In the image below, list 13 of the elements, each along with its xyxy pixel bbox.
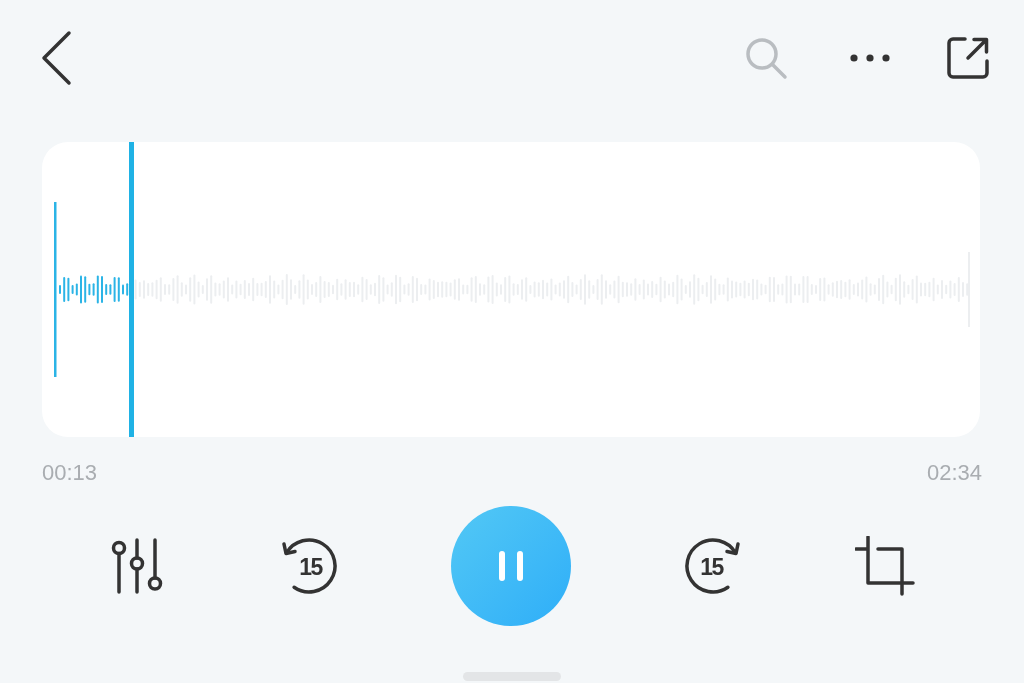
skip-forward-button[interactable]: 15 (683, 536, 743, 596)
forward-arrow-icon (683, 536, 743, 596)
search-icon (744, 35, 788, 80)
elapsed-time: 00:13 (42, 459, 98, 487)
crop-icon (855, 536, 915, 596)
rewind-arrow-icon (279, 536, 339, 596)
back-icon (40, 29, 72, 86)
share-icon (946, 35, 990, 80)
more-icon (850, 53, 890, 62)
skip-back-button[interactable]: 15 (279, 536, 339, 596)
crop-button[interactable] (855, 536, 915, 596)
pause-icon (499, 551, 523, 581)
total-time: 02:34 (926, 459, 982, 487)
